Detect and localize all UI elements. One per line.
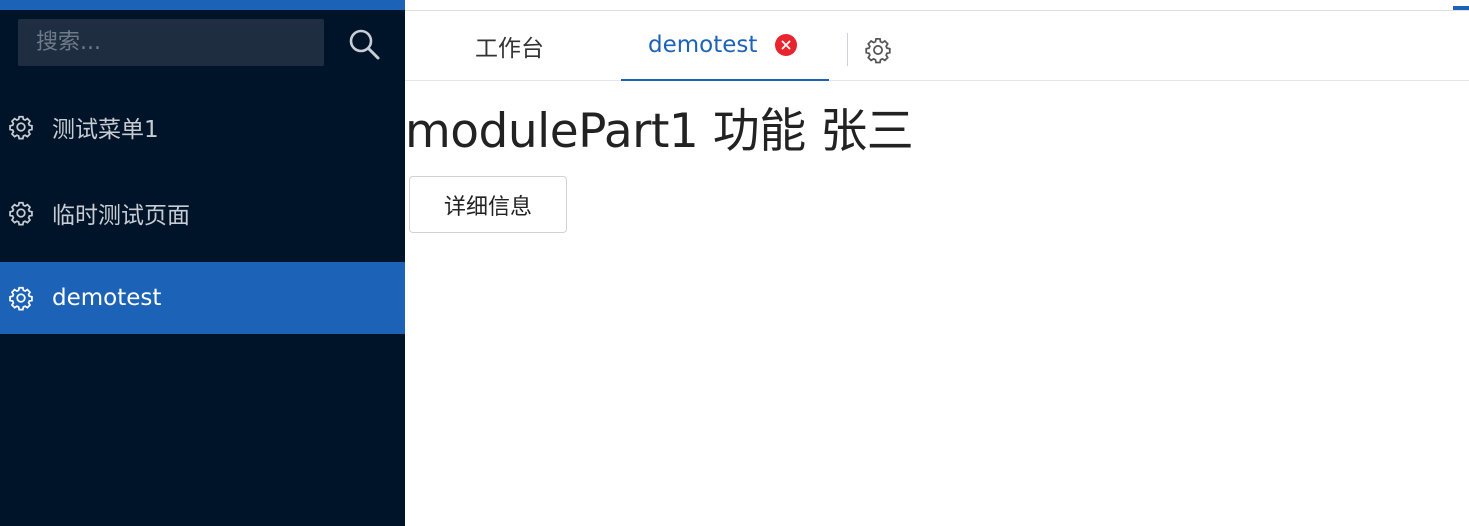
search-input[interactable] — [18, 19, 324, 66]
tab-label: demotest — [648, 32, 758, 58]
sidebar-search-box[interactable] — [18, 19, 324, 66]
sidebar: 测试菜单1 临时测试页面 demotest — [0, 0, 405, 526]
tab-bar: 工作台 demotest — [405, 11, 1469, 81]
sidebar-item-label: demotest — [52, 285, 162, 311]
page-title: modulePart1 功能 张三 — [405, 104, 914, 159]
gear-icon[interactable] — [864, 36, 892, 64]
tab-label: 工作台 — [475, 36, 544, 62]
gear-icon — [8, 114, 34, 140]
sidebar-item-demotest[interactable]: demotest — [0, 262, 405, 334]
tab-demotest[interactable]: demotest — [621, 11, 829, 81]
close-icon[interactable] — [775, 34, 798, 56]
tab-workbench[interactable]: 工作台 — [475, 11, 544, 81]
detail-info-button[interactable]: 详细信息 — [409, 176, 567, 233]
header-accent-mark — [1453, 6, 1469, 10]
sidebar-item-label: 临时测试页面 — [52, 203, 190, 229]
sidebar-item-temp-test-page[interactable]: 临时测试页面 — [0, 177, 405, 249]
sidebar-item-label: 测试菜单1 — [52, 117, 159, 143]
gear-icon — [8, 285, 34, 311]
tab-divider — [847, 33, 848, 66]
search-icon[interactable] — [345, 26, 383, 64]
sidebar-item-test-menu-1[interactable]: 测试菜单1 — [0, 91, 405, 163]
sidebar-top-accent-bar — [0, 0, 405, 10]
gear-icon — [8, 200, 34, 226]
